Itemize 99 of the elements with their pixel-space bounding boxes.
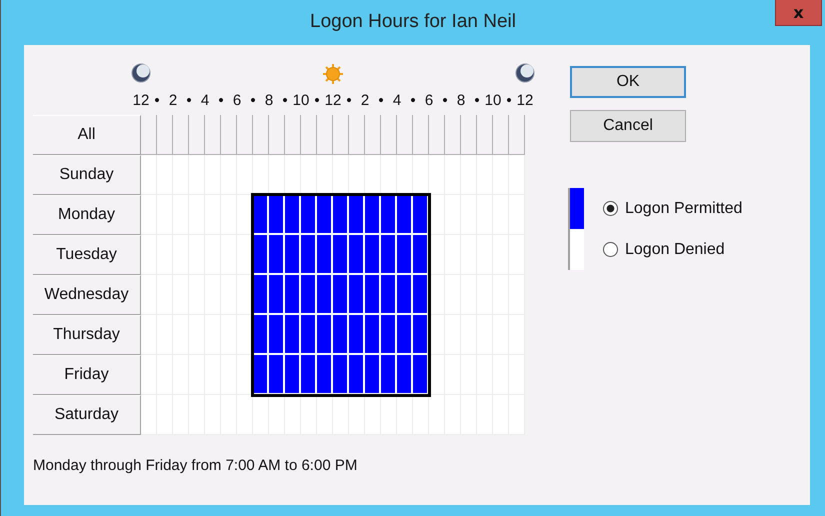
- hour-cell[interactable]: [269, 155, 285, 195]
- hour-label: 2: [360, 92, 370, 110]
- hour-label: 2: [168, 92, 178, 110]
- day-button[interactable]: Wednesday: [33, 275, 141, 315]
- radio-icon[interactable]: [603, 201, 618, 216]
- day-button[interactable]: Sunday: [33, 155, 141, 195]
- hour-label: 12: [324, 92, 342, 110]
- hour-cell[interactable]: [381, 395, 397, 435]
- hour-label: •: [442, 92, 448, 110]
- dialog-button[interactable]: OK: [570, 66, 686, 98]
- hour-label: 6: [424, 92, 434, 110]
- hour-cell[interactable]: [333, 395, 349, 435]
- hour-cell[interactable]: [221, 155, 237, 195]
- hour-label: 8: [456, 92, 466, 110]
- hour-cell[interactable]: [445, 155, 461, 195]
- hour-label: •: [410, 92, 416, 110]
- hour-cell[interactable]: [253, 155, 269, 195]
- hour-column-button[interactable]: [173, 115, 189, 155]
- hour-label: •: [378, 92, 384, 110]
- hour-cell[interactable]: [477, 155, 493, 195]
- hour-label: 6: [232, 92, 242, 110]
- hour-cell[interactable]: [365, 155, 381, 195]
- hour-column-button[interactable]: [141, 115, 157, 155]
- hour-column-button[interactable]: [477, 115, 493, 155]
- hour-label: 4: [392, 92, 402, 110]
- radio-option[interactable]: Logon Denied: [603, 240, 725, 258]
- hour-cell[interactable]: [413, 155, 429, 195]
- hour-label: •: [186, 92, 192, 110]
- close-button[interactable]: x: [775, 0, 822, 26]
- hour-column-button[interactable]: [221, 115, 237, 155]
- hour-cell[interactable]: [413, 395, 429, 435]
- hour-cell[interactable]: [381, 155, 397, 195]
- hour-cell[interactable]: [349, 155, 365, 195]
- hour-cell[interactable]: [317, 155, 333, 195]
- hour-cell[interactable]: [141, 275, 157, 315]
- hour-label: •: [474, 92, 480, 110]
- moon-icon: [515, 63, 535, 83]
- hour-label: 4: [200, 92, 210, 110]
- hour-label: 12: [132, 92, 150, 110]
- moon-icon: [131, 63, 151, 83]
- hour-cell[interactable]: [509, 155, 525, 195]
- window-title: Logon Hours for Ian Neil: [310, 10, 516, 32]
- hour-label: •: [154, 92, 160, 110]
- hour-label: 10: [484, 92, 502, 110]
- hour-label: •: [506, 92, 512, 110]
- hour-cell[interactable]: [397, 155, 413, 195]
- hour-label: 12: [516, 92, 534, 110]
- hour-cell[interactable]: [365, 395, 381, 435]
- hour-column-button[interactable]: [157, 115, 173, 155]
- hour-cell[interactable]: [301, 155, 317, 195]
- hour-cell[interactable]: [461, 155, 477, 195]
- hour-cell[interactable]: [285, 155, 301, 195]
- hour-cell[interactable]: [205, 155, 221, 195]
- hour-cell[interactable]: [301, 395, 317, 435]
- hour-cell[interactable]: [429, 155, 445, 195]
- hour-label: •: [282, 92, 288, 110]
- hour-cell[interactable]: [237, 395, 253, 435]
- hour-cell[interactable]: [173, 155, 189, 195]
- hour-cell[interactable]: [141, 315, 157, 355]
- status-text: Monday through Friday from 7:00 AM to 6:00 PM: [33, 457, 358, 474]
- hour-label: 10: [292, 92, 310, 110]
- hour-cell[interactable]: [141, 235, 157, 275]
- hour-column-button[interactable]: [205, 115, 221, 155]
- day-button[interactable]: Saturday: [33, 395, 141, 435]
- dialog-button[interactable]: Cancel: [570, 110, 686, 142]
- hour-cell[interactable]: [285, 395, 301, 435]
- hour-cell[interactable]: [333, 155, 349, 195]
- hour-cell[interactable]: [189, 155, 205, 195]
- day-button[interactable]: Thursday: [33, 315, 141, 355]
- hour-cell[interactable]: [253, 395, 269, 435]
- day-button[interactable]: Monday: [33, 195, 141, 235]
- hour-cell[interactable]: [493, 155, 509, 195]
- hour-cell[interactable]: [237, 155, 253, 195]
- hour-cell[interactable]: [141, 155, 157, 195]
- hour-label: •: [346, 92, 352, 110]
- hour-cell[interactable]: [141, 195, 157, 235]
- hour-cell[interactable]: [157, 155, 173, 195]
- hour-cell[interactable]: [141, 355, 157, 395]
- hour-cell[interactable]: [397, 395, 413, 435]
- hour-cell[interactable]: [141, 395, 157, 435]
- day-button[interactable]: Tuesday: [33, 235, 141, 275]
- hour-column-button[interactable]: [493, 115, 509, 155]
- hour-label: •: [250, 92, 256, 110]
- radio-option[interactable]: Logon Permitted: [603, 200, 742, 218]
- hour-label: •: [218, 92, 224, 110]
- hour-column-button[interactable]: [509, 115, 525, 155]
- hour-cell[interactable]: [349, 395, 365, 435]
- hour-cell[interactable]: [269, 395, 285, 435]
- hour-column-button[interactable]: [189, 115, 205, 155]
- hour-column-button[interactable]: [461, 115, 477, 155]
- all-button[interactable]: All: [33, 115, 141, 155]
- day-button[interactable]: Friday: [33, 355, 141, 395]
- sun-icon: [322, 63, 344, 85]
- hour-cell[interactable]: [429, 395, 445, 435]
- hour-label: 8: [264, 92, 274, 110]
- hour-cell[interactable]: [317, 395, 333, 435]
- hour-column-button[interactable]: [445, 115, 461, 155]
- radio-icon[interactable]: [603, 242, 618, 257]
- hour-label: •: [314, 92, 320, 110]
